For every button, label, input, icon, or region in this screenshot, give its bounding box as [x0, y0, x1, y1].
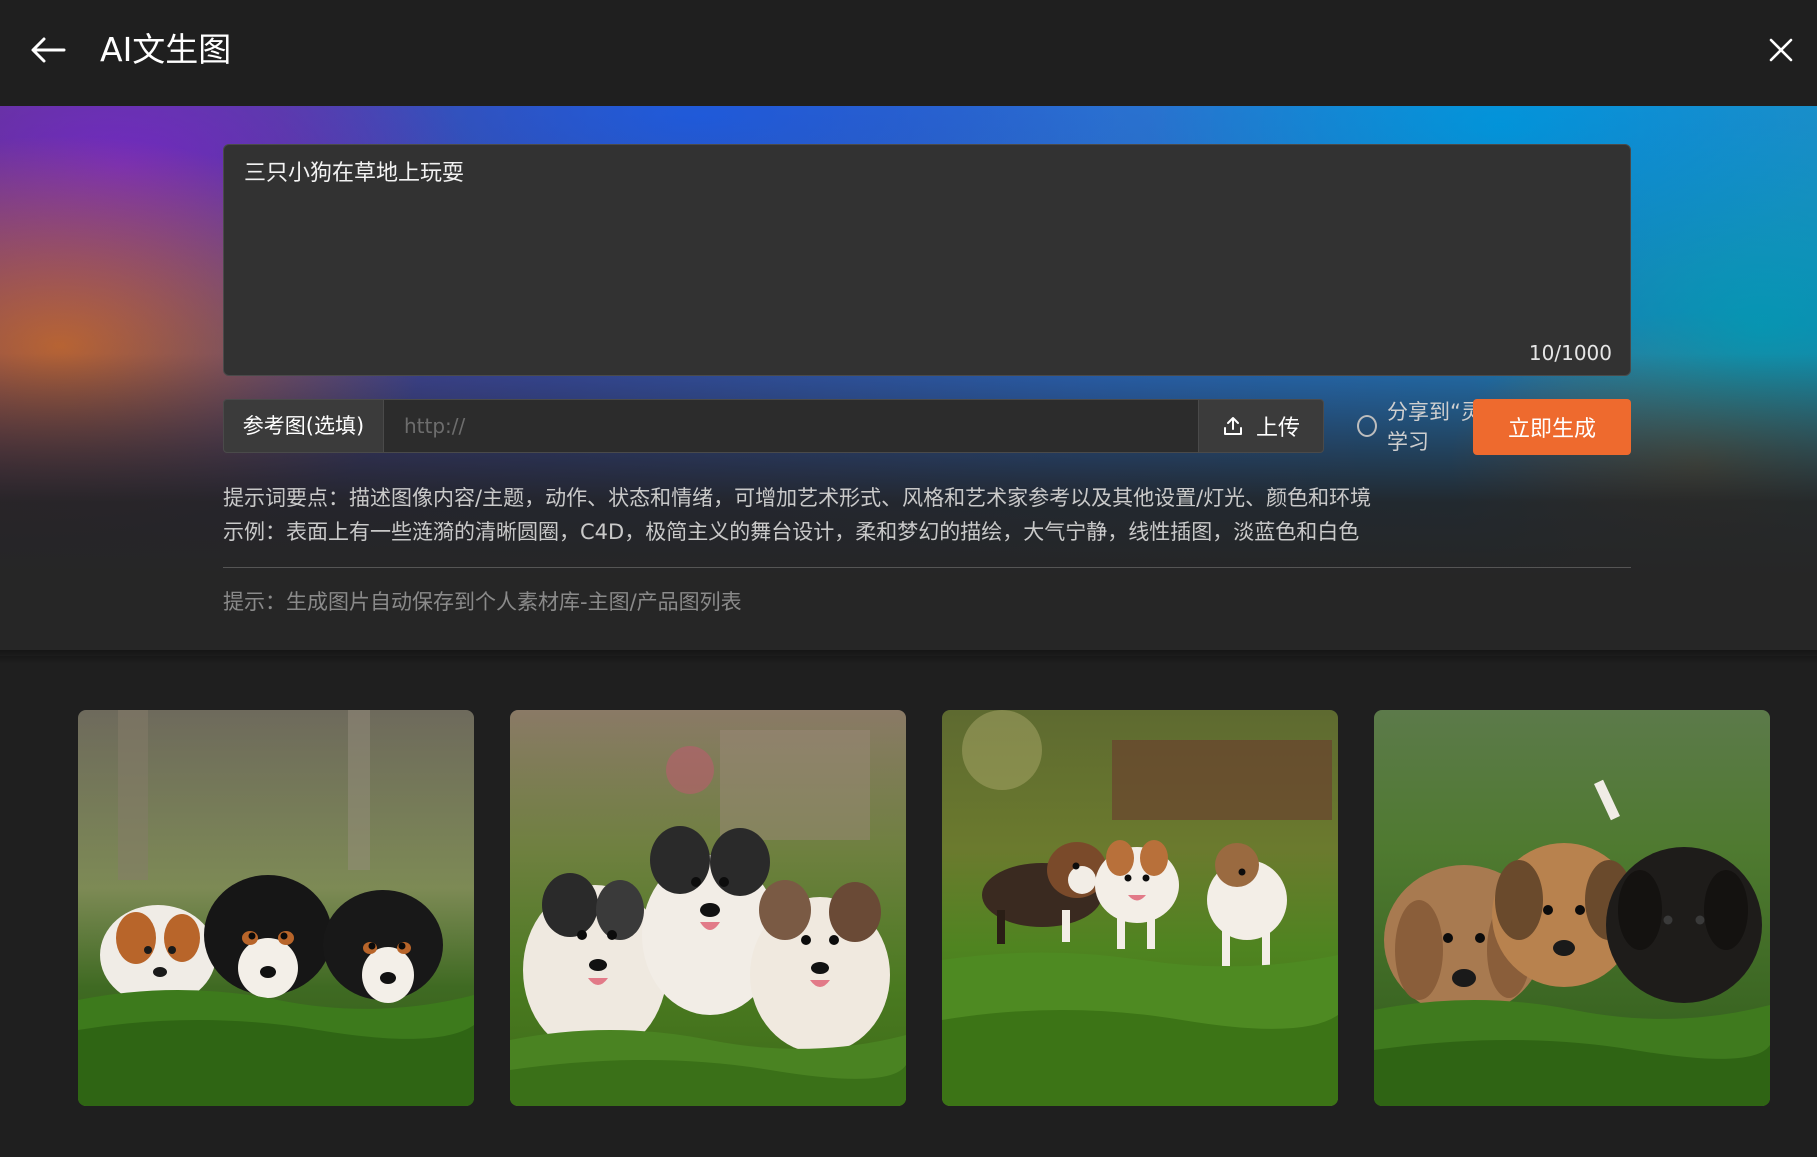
generate-now-button[interactable]: 立即生成 — [1473, 399, 1631, 455]
generated-images-gallery — [78, 710, 1771, 1106]
close-icon[interactable] — [1765, 34, 1797, 66]
prompt-tips-line-1: 提示词要点：描述图像内容/主题，动作、状态和情绪，可增加艺术形式、风格和艺术家参… — [223, 486, 1372, 510]
prompt-text[interactable]: 三只小狗在草地上玩耍 — [244, 157, 464, 191]
reference-url-input[interactable] — [384, 399, 1198, 453]
reference-image-row: 参考图(选填) 上传 分享到“灵感集市”，相互学习 立即生成 — [223, 399, 1631, 455]
upload-button[interactable]: 上传 — [1198, 399, 1324, 453]
top-bar: AI文生图 — [0, 0, 1817, 106]
prompt-textarea[interactable]: 三只小狗在草地上玩耍 10/1000 — [223, 144, 1631, 376]
generated-image-3[interactable] — [942, 710, 1338, 1106]
page-title: AI文生图 — [100, 30, 232, 69]
generation-panel: 三只小狗在草地上玩耍 10/1000 参考图(选填) 上传 分享到“灵感集市”，… — [0, 106, 1817, 656]
generated-image-4[interactable] — [1374, 710, 1770, 1106]
share-radio[interactable] — [1357, 415, 1378, 437]
panel-shadow — [0, 650, 1817, 664]
generated-image-2[interactable] — [510, 710, 906, 1106]
prompt-tips-line-2: 示例：表面上有一些涟漪的清晰圆圈，C4D，极简主义的舞台设计，柔和梦幻的描绘，大… — [223, 520, 1360, 544]
upload-icon — [1223, 417, 1242, 435]
upload-button-label: 上传 — [1255, 416, 1300, 441]
prompt-char-counter: 10/1000 — [1528, 341, 1612, 365]
prompt-tips: 提示词要点：描述图像内容/主题，动作、状态和情绪，可增加艺术形式、风格和艺术家参… — [223, 481, 1631, 549]
back-arrow-icon[interactable] — [28, 30, 68, 70]
generated-image-1[interactable] — [78, 710, 474, 1106]
reference-image-label: 参考图(选填) — [223, 399, 384, 453]
divider — [223, 567, 1631, 568]
auto-save-hint: 提示：生成图片自动保存到个人素材库-主图/产品图列表 — [223, 590, 742, 614]
